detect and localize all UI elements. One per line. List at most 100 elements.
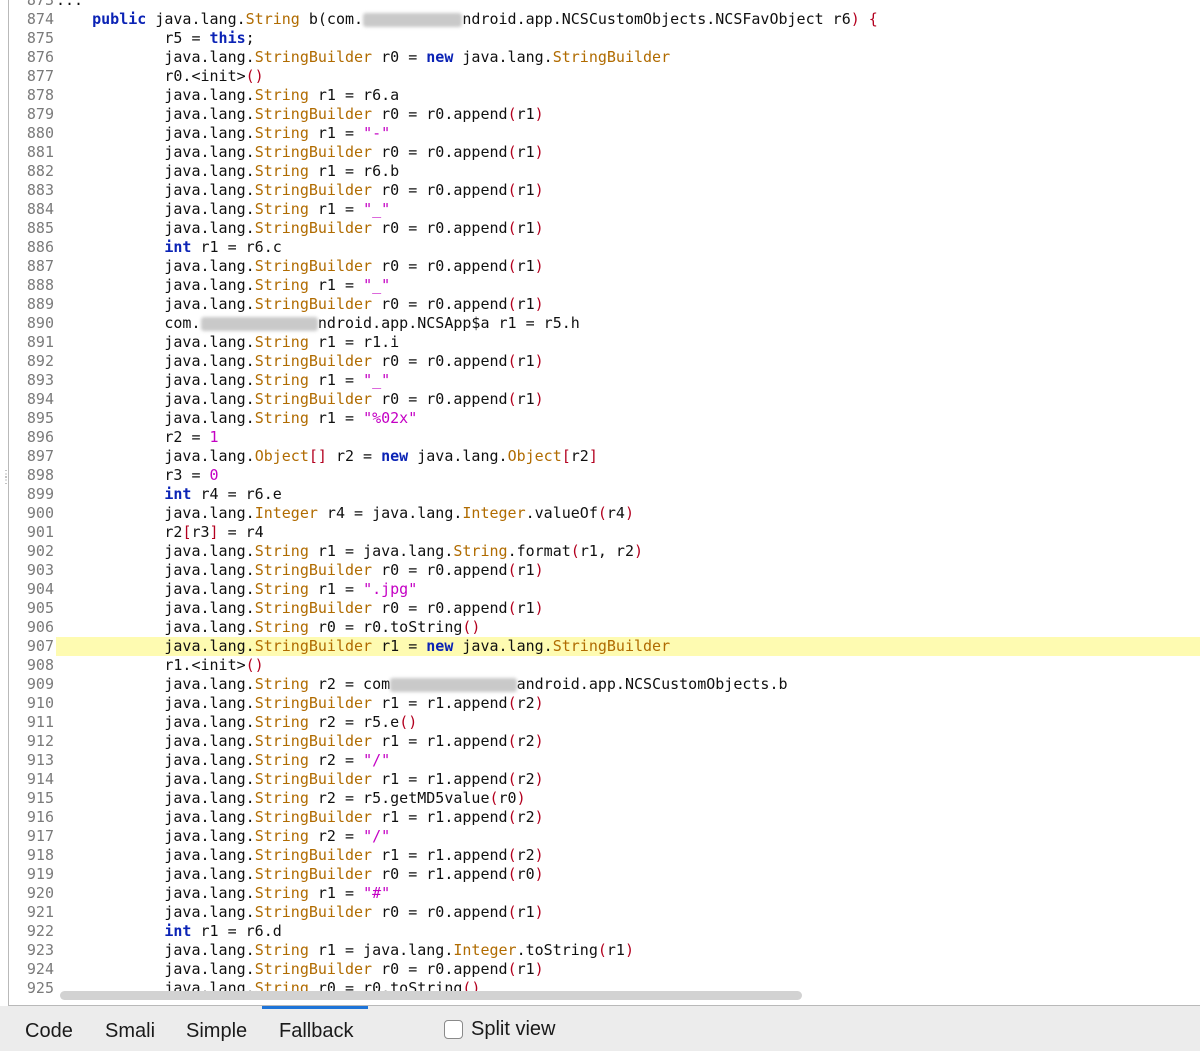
code-line[interactable]: r2[r3] = r4	[56, 523, 1200, 542]
line-number: 899	[26, 485, 54, 503]
code-token: this	[209, 29, 246, 47]
code-line[interactable]: java.lang.StringBuilder r0 = r0.append(r…	[56, 390, 1200, 409]
code-line[interactable]: java.lang.StringBuilder r0 = r0.append(r…	[56, 561, 1200, 580]
code-line[interactable]: java.lang.StringBuilder r1 = r1.append(r…	[56, 732, 1200, 751]
code-line[interactable]: java.lang.String r1 = "_"	[56, 371, 1200, 390]
code-line[interactable]: java.lang.StringBuilder r0 = r0.append(r…	[56, 143, 1200, 162]
code-line[interactable]: java.lang.StringBuilder r0 = r0.append(r…	[56, 352, 1200, 371]
tab-code[interactable]: Code	[25, 1006, 73, 1051]
code-line[interactable]: java.lang.String r2 = r5.e()	[56, 713, 1200, 732]
code-line[interactable]: r2 = 1	[56, 428, 1200, 447]
code-line[interactable]: java.lang.String r2 = "/"	[56, 827, 1200, 846]
resize-grip-icon[interactable]: ⋮ ⋮	[1, 470, 11, 494]
code-token: b(com.	[299, 10, 364, 28]
code-line[interactable]: int r1 = r6.c	[56, 238, 1200, 257]
code-line[interactable]: com.xxxxxxxxxxxxxndroid.app.NCSApp$a r1 …	[56, 314, 1200, 333]
code-token: StringBuilder	[254, 960, 373, 978]
code-line[interactable]: r3 = 0	[56, 466, 1200, 485]
code-token: r1 = r6.d	[191, 922, 282, 940]
code-line[interactable]: java.lang.StringBuilder r0 = r0.append(r…	[56, 257, 1200, 276]
code-line[interactable]: java.lang.String r2 = comxxxxxxxxxxxxxxa…	[56, 675, 1200, 694]
code-line[interactable]: r5 = this;	[56, 29, 1200, 48]
code-token: java.lang.	[56, 599, 255, 617]
code-token: StringBuilder	[254, 694, 373, 712]
code-token: (	[507, 181, 517, 199]
tab-simple[interactable]: Simple	[186, 1006, 247, 1051]
code-token: Integer	[453, 941, 517, 959]
code-token: StringBuilder	[254, 732, 373, 750]
code-token: java.lang.	[56, 941, 255, 959]
code-line-highlighted[interactable]: java.lang.StringBuilder r1 = new java.la…	[56, 637, 1200, 656]
code-line[interactable]: java.lang.StringBuilder r0 = r1.append(r…	[56, 865, 1200, 884]
code-line[interactable]: java.lang.StringBuilder r0 = r0.append(r…	[56, 903, 1200, 922]
code-line[interactable]: java.lang.StringBuilder r0 = new java.la…	[56, 48, 1200, 67]
code-area[interactable]: ... public java.lang.String b(com.xxxxxx…	[56, 0, 1200, 1005]
code-token: String	[254, 162, 309, 180]
line-number: 904	[26, 580, 54, 598]
code-line[interactable]: java.lang.String r1 = "#"	[56, 884, 1200, 903]
code-token: StringBuilder	[254, 770, 373, 788]
code-editor[interactable]: ⋮ ⋮ 873 874 875 876 877 878 879 880 881 882 883 884 8…	[0, 0, 1200, 1005]
code-token: r1 =	[308, 409, 364, 427]
line-number: 893	[26, 371, 54, 389]
line-number-gutter: 873 874 875 876 877 878 879 880 881 882 883 884 885 8…	[10, 0, 56, 1005]
code-token: ndroid.app.NCSApp$a r1 = r5.h	[317, 314, 580, 332]
line-number: 913	[26, 751, 54, 769]
code-line[interactable]: java.lang.String r0 = r0.toString()	[56, 618, 1200, 637]
code-line[interactable]: java.lang.String r2 = r5.getMD5value(r0)	[56, 789, 1200, 808]
code-token: StringBuilder	[254, 808, 373, 826]
code-line[interactable]: r0.<init>()	[56, 67, 1200, 86]
code-token: )	[534, 390, 544, 408]
code-line[interactable]: r1.<init>()	[56, 656, 1200, 675]
code-line[interactable]: java.lang.StringBuilder r0 = r0.append(r…	[56, 105, 1200, 124]
code-line[interactable]: java.lang.String r1 = r6.a	[56, 86, 1200, 105]
code-line[interactable]: java.lang.StringBuilder r1 = r1.append(r…	[56, 808, 1200, 827]
code-line[interactable]: java.lang.String r1 = "%02x"	[56, 409, 1200, 428]
code-line[interactable]: int r1 = r6.d	[56, 922, 1200, 941]
code-token: (	[507, 390, 517, 408]
code-line[interactable]: java.lang.StringBuilder r1 = r1.append(r…	[56, 846, 1200, 865]
code-token: r0 = r0.append	[372, 960, 508, 978]
tab-smali[interactable]: Smali	[105, 1006, 155, 1051]
code-token: java.lang.	[56, 580, 255, 598]
code-line[interactable]: int r4 = r6.e	[56, 485, 1200, 504]
code-line[interactable]: java.lang.String r1 = r6.b	[56, 162, 1200, 181]
code-token: r0 = r0.append	[372, 599, 508, 617]
split-view-checkbox[interactable]	[444, 1020, 463, 1039]
code-token: r1	[516, 181, 535, 199]
code-line[interactable]: java.lang.Object[] r2 = new java.lang.Ob…	[56, 447, 1200, 466]
code-line[interactable]: java.lang.StringBuilder r0 = r0.append(r…	[56, 219, 1200, 238]
code-line[interactable]: java.lang.String r1 = java.lang.String.f…	[56, 542, 1200, 561]
code-line[interactable]: java.lang.StringBuilder r0 = r0.append(r…	[56, 295, 1200, 314]
code-token: r1	[516, 599, 535, 617]
code-line[interactable]: java.lang.String r1 = ".jpg"	[56, 580, 1200, 599]
horizontal-scrollbar[interactable]	[60, 991, 802, 1000]
line-number: 874	[26, 10, 54, 28]
code-token: new	[426, 48, 454, 66]
code-line[interactable]: java.lang.StringBuilder r1 = r1.append(r…	[56, 770, 1200, 789]
code-line[interactable]: java.lang.StringBuilder r1 = r1.append(r…	[56, 694, 1200, 713]
code-token: r1 =	[308, 580, 364, 598]
code-line[interactable]: java.lang.StringBuilder r0 = r0.append(r…	[56, 599, 1200, 618]
code-token: String	[254, 86, 309, 104]
code-line[interactable]: java.lang.StringBuilder r0 = r0.append(r…	[56, 960, 1200, 979]
code-line[interactable]: java.lang.StringBuilder r0 = r0.append(r…	[56, 181, 1200, 200]
code-token: int	[164, 922, 192, 940]
code-token: java.lang.	[56, 960, 255, 978]
code-line[interactable]: java.lang.String r1 = java.lang.Integer.…	[56, 941, 1200, 960]
code-token: com.	[56, 314, 201, 332]
code-line[interactable]: java.lang.String r1 = "-"	[56, 124, 1200, 143]
code-line[interactable]: ...	[56, 0, 1200, 10]
code-line[interactable]: java.lang.String r1 = r1.i	[56, 333, 1200, 352]
code-token: java.lang.	[408, 447, 508, 465]
line-number: 908	[26, 656, 54, 674]
code-token: (	[597, 504, 607, 522]
tab-fallback[interactable]: Fallback	[279, 1006, 353, 1051]
code-line[interactable]: java.lang.String r2 = "/"	[56, 751, 1200, 770]
code-line[interactable]: java.lang.Integer r4 = java.lang.Integer…	[56, 504, 1200, 523]
code-line[interactable]: java.lang.String r1 = "_"	[56, 200, 1200, 219]
code-line[interactable]: java.lang.String r1 = "_"	[56, 276, 1200, 295]
code-line[interactable]: public java.lang.String b(com.xxxxxxxxxx…	[56, 10, 1200, 29]
redacted-text: xxxxxxxxxxx	[363, 12, 463, 27]
code-token: r1	[516, 143, 535, 161]
